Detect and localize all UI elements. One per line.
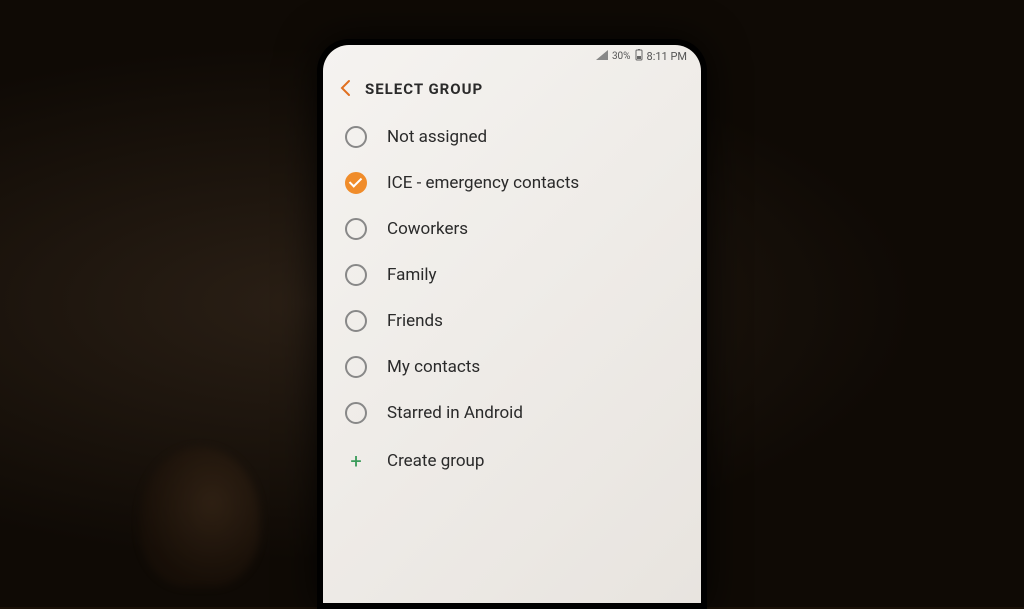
radio-icon	[345, 264, 367, 286]
create-group-button[interactable]: + Create group	[323, 436, 701, 486]
group-item-friends[interactable]: Friends	[323, 298, 701, 344]
group-label: My contacts	[387, 357, 480, 377]
phone-screen: 30% 8:11 PM SELECT GROUP Not assigned IC…	[323, 45, 701, 603]
group-list: Not assigned ICE - emergency contacts Co…	[323, 114, 701, 486]
radio-icon	[345, 402, 367, 424]
clock-time: 8:11 PM	[647, 50, 687, 63]
thumb-shadow	[140, 447, 260, 587]
group-item-my-contacts[interactable]: My contacts	[323, 344, 701, 390]
group-label: Not assigned	[387, 127, 487, 147]
create-group-label: Create group	[387, 451, 484, 471]
group-item-starred[interactable]: Starred in Android	[323, 390, 701, 436]
back-chevron-icon	[339, 79, 351, 97]
page-title: SELECT GROUP	[365, 80, 483, 98]
battery-icon	[635, 49, 643, 64]
group-item-ice[interactable]: ICE - emergency contacts	[323, 160, 701, 206]
phone-frame: 30% 8:11 PM SELECT GROUP Not assigned IC…	[317, 39, 707, 609]
radio-icon	[345, 310, 367, 332]
header: SELECT GROUP	[323, 69, 701, 114]
radio-checked-icon	[345, 172, 367, 194]
status-bar: 30% 8:11 PM	[323, 45, 701, 69]
signal-icon	[596, 50, 608, 63]
back-button[interactable]	[339, 79, 351, 100]
group-label: Friends	[387, 311, 443, 331]
plus-icon: +	[345, 450, 367, 472]
group-label: Family	[387, 265, 437, 285]
radio-icon	[345, 356, 367, 378]
group-item-family[interactable]: Family	[323, 252, 701, 298]
group-item-not-assigned[interactable]: Not assigned	[323, 114, 701, 160]
battery-percent: 30%	[612, 51, 631, 62]
radio-icon	[345, 126, 367, 148]
radio-icon	[345, 218, 367, 240]
group-label: Starred in Android	[387, 403, 523, 423]
group-label: Coworkers	[387, 219, 468, 239]
group-item-coworkers[interactable]: Coworkers	[323, 206, 701, 252]
group-label: ICE - emergency contacts	[387, 173, 579, 193]
